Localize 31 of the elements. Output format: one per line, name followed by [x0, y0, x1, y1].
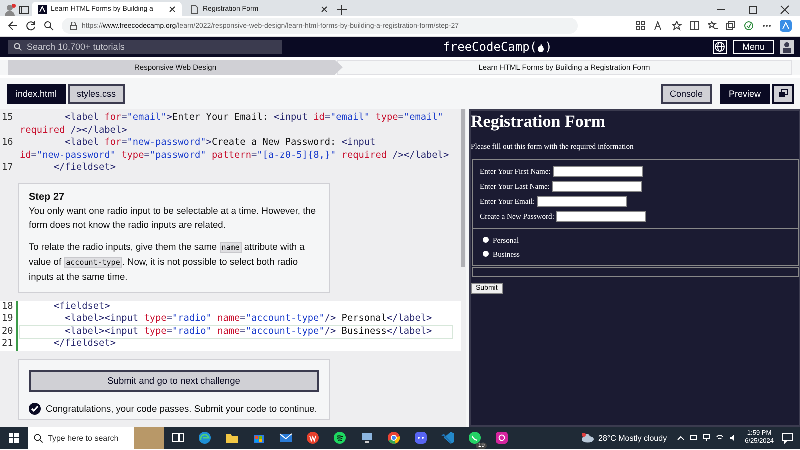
line-number: 18 — [0, 300, 18, 313]
line-number: 19 — [0, 313, 18, 326]
view-toggle-button[interactable]: Console — [660, 84, 712, 104]
code-line[interactable]: </fieldset> — [20, 162, 452, 174]
taskbar-search-box[interactable]: Type here to search — [28, 427, 134, 449]
search-box[interactable]: Search 10,700+ tutorials — [8, 40, 282, 54]
form-heading: Registration Form — [471, 112, 607, 132]
code-line[interactable]: <label for="email">Enter Your Email: <input id="email" type="email" required /></label> — [20, 112, 452, 137]
weather-text: 28°C Mostly cloudy — [598, 434, 668, 442]
taskbar-search-field[interactable]: Type here to search — [48, 434, 128, 442]
line-number: 16 — [1, 137, 14, 150]
submit-button[interactable]: Submit and go to next challenge — [29, 370, 319, 392]
menu-button[interactable]: Menu — [733, 40, 774, 54]
site-logo[interactable]: freeCodeCamp( ) — [443, 40, 552, 54]
file-tab[interactable]: index.html — [7, 84, 66, 104]
step-title: Step 27 — [29, 192, 66, 204]
view-toggle-button[interactable]: Preview — [720, 84, 770, 104]
instruction-text: You only want one radio input to be selectable at a time. However, the form does not know the radio inputs are related. — [29, 204, 318, 232]
code-line[interactable]: <label><input type="radio" name="account-type"/> Personal</label> — [20, 313, 452, 326]
line-number: 21 — [0, 338, 18, 350]
line-number: 15 — [1, 112, 14, 125]
code-line[interactable]: </fieldset> — [20, 338, 452, 350]
file-tab[interactable]: styles.css — [68, 84, 126, 104]
line-number: 17 — [1, 162, 14, 174]
code-line[interactable]: <fieldset> — [20, 300, 452, 313]
code-editor[interactable]: 18 <fieldset> 19 <label><input type="radio" name="account-type"/> Personal</label> 20 <label><input type="radio" name="account-type"/> Business</label> 21 </fieldset> — [0, 300, 461, 350]
line-number: 20 — [0, 326, 18, 338]
success-message: Congratulations, your code passes. Submit your code to continue. — [46, 404, 318, 414]
search-field[interactable]: Search 10,700+ tutorials — [27, 42, 257, 52]
code-line[interactable]: <label><input type="radio" name="account-type"/> Business</label> — [20, 326, 452, 338]
code-line[interactable]: <label for="new-password">Create a New Password: <input id="new-password" type="password" pattern="[a-z0-5]{8,}" required /></label> — [20, 137, 452, 162]
